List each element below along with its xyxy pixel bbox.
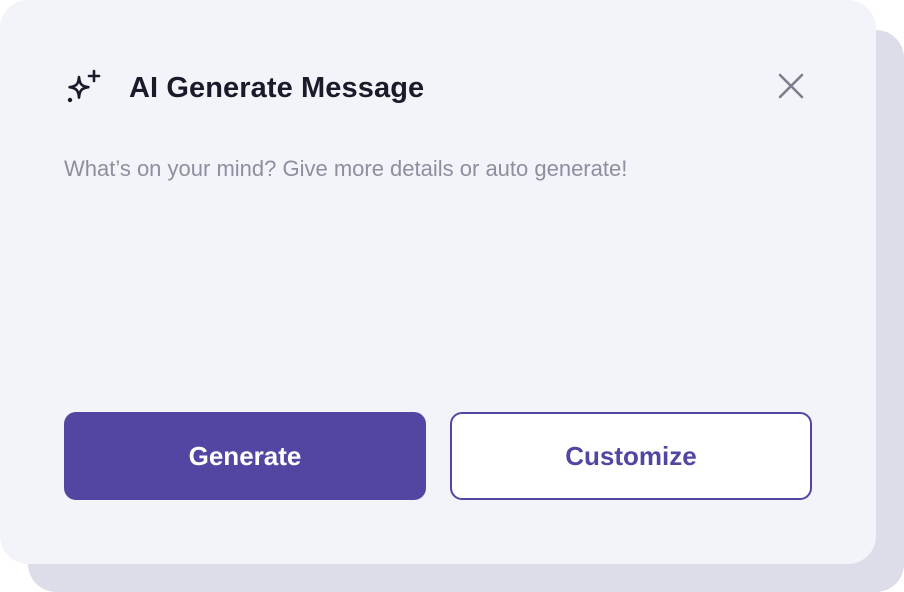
close-button[interactable] — [772, 67, 810, 105]
message-prompt-input[interactable] — [64, 156, 812, 376]
dialog-header: AI Generate Message — [64, 68, 424, 108]
ai-generate-dialog: AI Generate Message Generate Customize — [0, 0, 876, 564]
sparkle-icon — [64, 68, 104, 108]
stage: AI Generate Message Generate Customize — [0, 0, 904, 592]
close-icon — [778, 73, 804, 99]
dialog-title: AI Generate Message — [129, 71, 425, 104]
customize-button-label: Customize — [565, 440, 697, 471]
generate-button[interactable]: Generate — [64, 412, 426, 500]
customize-button[interactable]: Customize — [450, 412, 812, 500]
generate-button-label: Generate — [188, 440, 302, 471]
